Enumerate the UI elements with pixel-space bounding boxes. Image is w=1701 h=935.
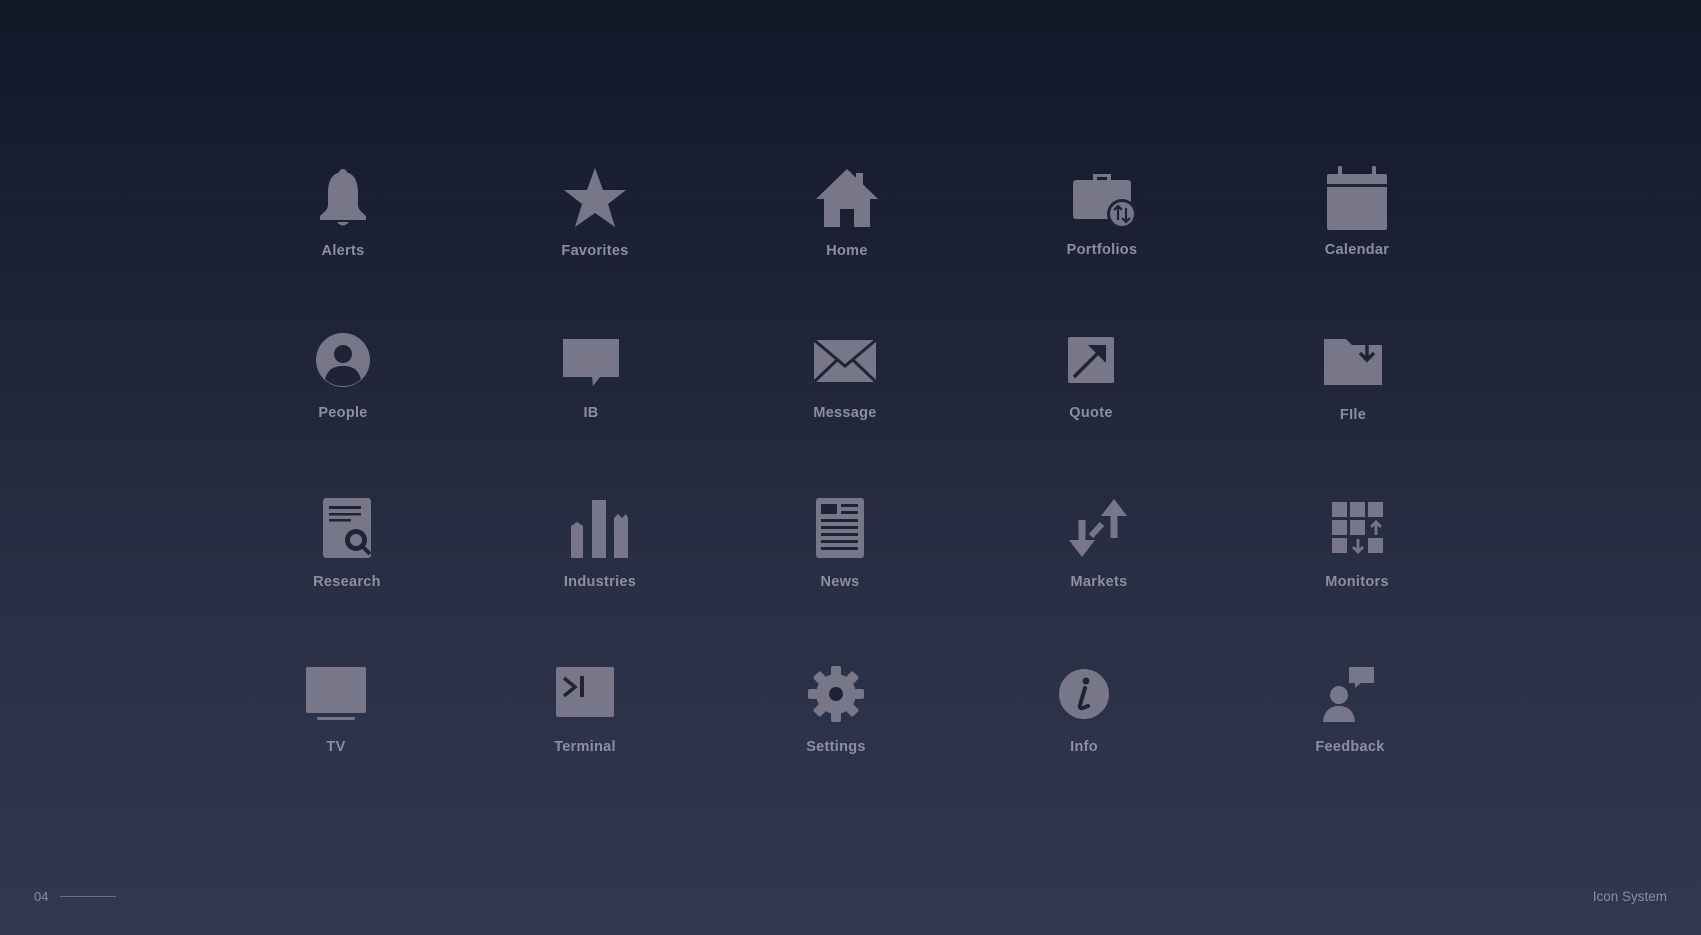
star-icon [560,163,630,233]
icon-label: Alerts [321,243,365,259]
terminal-icon [550,659,620,729]
calendar-icon [1322,162,1392,232]
monitor-icon [301,659,371,729]
document-title: Icon System [1592,889,1667,904]
icon-tile-markets[interactable]: Markets [999,494,1199,614]
footer-rule [60,896,117,897]
page-footer-left: 04 [34,889,117,904]
icon-grid: Alerts Favorites Home Portfolios Calenda… [0,0,1701,935]
icon-label: IB [583,405,599,421]
briefcase-icon [1067,162,1137,232]
icon-label: Home [826,243,868,259]
icon-tile-tv[interactable]: TV [236,659,436,779]
icon-tile-message[interactable]: Message [745,325,945,445]
icon-label: Settings [806,739,866,755]
arrow-box-icon [1056,325,1126,395]
icon-label: Industries [563,574,637,590]
icon-label: Terminal [554,739,616,755]
page-number: 04 [34,889,49,904]
document-search-icon [312,494,382,564]
icon-label: Feedback [1315,739,1385,755]
grid-arrows-icon [1322,494,1392,564]
icon-tile-portfolios[interactable]: Portfolios [1002,162,1202,282]
icon-tile-info[interactable]: Info [984,659,1184,779]
icon-label: FIle [1339,407,1367,423]
icon-label: Info [1070,739,1098,755]
icon-label: News [820,574,860,590]
icon-tile-terminal[interactable]: Terminal [485,659,685,779]
icon-tile-people[interactable]: People [243,325,443,445]
envelope-icon [810,325,880,395]
icon-tile-quote[interactable]: Quote [991,325,1191,445]
icon-tile-industries[interactable]: Industries [500,494,700,614]
home-icon [812,163,882,233]
icon-tile-ib[interactable]: IB [491,325,691,445]
bell-icon [308,163,378,233]
up-down-arrows-icon [1064,494,1134,564]
folder-download-icon [1318,327,1388,397]
icon-label: Calendar [1324,242,1390,258]
icon-tile-news[interactable]: News [740,494,940,614]
feedback-icon [1315,659,1385,729]
icon-tile-research[interactable]: Research [247,494,447,614]
icon-label: Portfolios [1066,242,1138,258]
gear-icon [801,659,871,729]
icon-label: People [318,405,368,421]
icon-tile-settings[interactable]: Settings [736,659,936,779]
newspaper-icon [805,494,875,564]
icon-label: Message [813,405,877,421]
icon-tile-home[interactable]: Home [747,163,947,283]
icon-label: Favorites [561,243,629,259]
icon-label: Research [313,574,381,590]
icon-label: Monitors [1325,574,1389,590]
icon-label: Markets [1070,574,1128,590]
icon-label: Quote [1069,405,1113,421]
icon-tile-favorites[interactable]: Favorites [495,163,695,283]
icon-tile-alerts[interactable]: Alerts [243,163,443,283]
person-icon [308,325,378,395]
icon-label: TV [326,739,346,755]
info-icon [1049,659,1119,729]
speech-bubble-icon [556,325,626,395]
icon-tile-calendar[interactable]: Calendar [1257,162,1457,282]
icon-tile-monitors[interactable]: Monitors [1257,494,1457,614]
icon-tile-feedback[interactable]: Feedback [1250,659,1450,779]
icon-tile-file[interactable]: FIle [1253,327,1453,447]
bar-chart-icon [565,494,635,564]
